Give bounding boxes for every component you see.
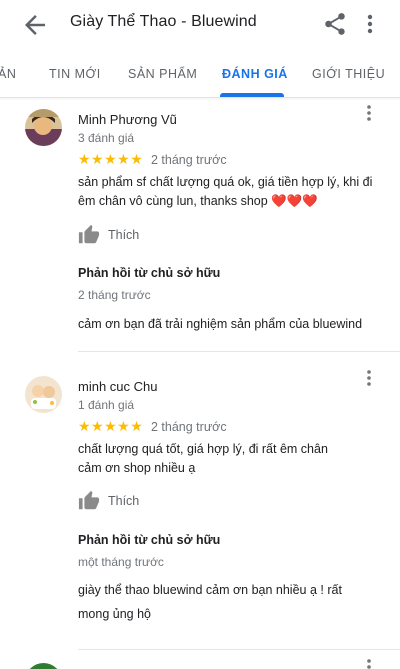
more-options-button[interactable] (360, 11, 380, 37)
arrow-back-icon (25, 15, 45, 35)
active-tab-indicator (220, 93, 284, 97)
tab-reviews[interactable]: ĐÁNH GIÁ (222, 67, 288, 81)
review-more-button[interactable] (362, 103, 376, 123)
share-button[interactable] (322, 11, 348, 37)
page-title: Giày Thể Thao - Bluewind (70, 13, 257, 30)
avatar[interactable] (25, 109, 62, 146)
review-date: 2 tháng trước (151, 420, 227, 434)
divider (78, 649, 400, 650)
owner-reply-title: Phản hồi từ chủ sở hữu (78, 533, 221, 547)
avatar[interactable] (25, 663, 62, 669)
tab-news[interactable]: TIN MỚI (49, 67, 101, 81)
owner-reply-date: 2 tháng trước (78, 288, 151, 302)
review-count: 3 đánh giá (78, 131, 135, 145)
share-icon (325, 13, 345, 35)
more-vert-icon (367, 659, 371, 669)
review-card: minh cuc Chu 1 đánh giá ★★★★★ 2 tháng tr… (0, 365, 400, 655)
avatar-image (25, 109, 62, 146)
owner-reply-text: cảm ơn bạn đã trải nghiệm sản phẩm của b… (78, 317, 363, 331)
owner-reply-text: giày thể thao bluewind cảm ơn bạn nhiều … (78, 583, 342, 621)
review-more-button[interactable] (362, 657, 376, 669)
owner-reply-date: một tháng trước (78, 555, 164, 569)
like-label: Thích (108, 228, 140, 242)
review-text: chất lượng quá tốt, giá hợp lý, đi rất ê… (78, 442, 328, 475)
divider (78, 351, 400, 352)
thumb-up-icon (78, 224, 100, 244)
owner-reply-title: Phản hồi từ chủ sở hữu (78, 266, 221, 280)
tab-photos[interactable]: ẢN (0, 67, 16, 81)
like-button[interactable]: Thích (78, 490, 158, 514)
tab-about[interactable]: GIỚI THIỆU (312, 67, 385, 81)
more-vert-icon (367, 105, 371, 121)
more-vert-icon (367, 14, 373, 34)
review-date: 2 tháng trước (151, 153, 227, 167)
more-vert-icon (367, 370, 371, 386)
review-more-button[interactable] (362, 368, 376, 388)
star-rating: ★★★★★ (78, 151, 144, 167)
tab-bar: ẢN TIN MỚI SẢN PHẨM ĐÁNH GIÁ GIỚI THIỆU (0, 50, 400, 98)
app-bar: Giày Thể Thao - Bluewind (0, 0, 400, 50)
avatar[interactable] (25, 376, 62, 413)
reviewer-name[interactable]: Minh Phương Vũ (78, 112, 177, 127)
review-count: 1 đánh giá (78, 398, 135, 412)
tab-products[interactable]: SẢN PHẨM (128, 67, 197, 81)
reviewer-name[interactable]: minh cuc Chu (78, 379, 157, 394)
review-card (0, 655, 400, 669)
avatar-image (25, 376, 62, 413)
thumb-up-icon (78, 490, 100, 510)
star-rating: ★★★★★ (78, 418, 144, 434)
back-button[interactable] (20, 10, 50, 40)
like-button[interactable]: Thích (78, 224, 158, 248)
review-card: Minh Phương Vũ 3 đánh giá ★★★★★ 2 tháng … (0, 98, 400, 353)
review-text: sản phẩm sf chất lượng quá ok, giá tiền … (78, 175, 373, 208)
like-label: Thích (108, 494, 140, 508)
